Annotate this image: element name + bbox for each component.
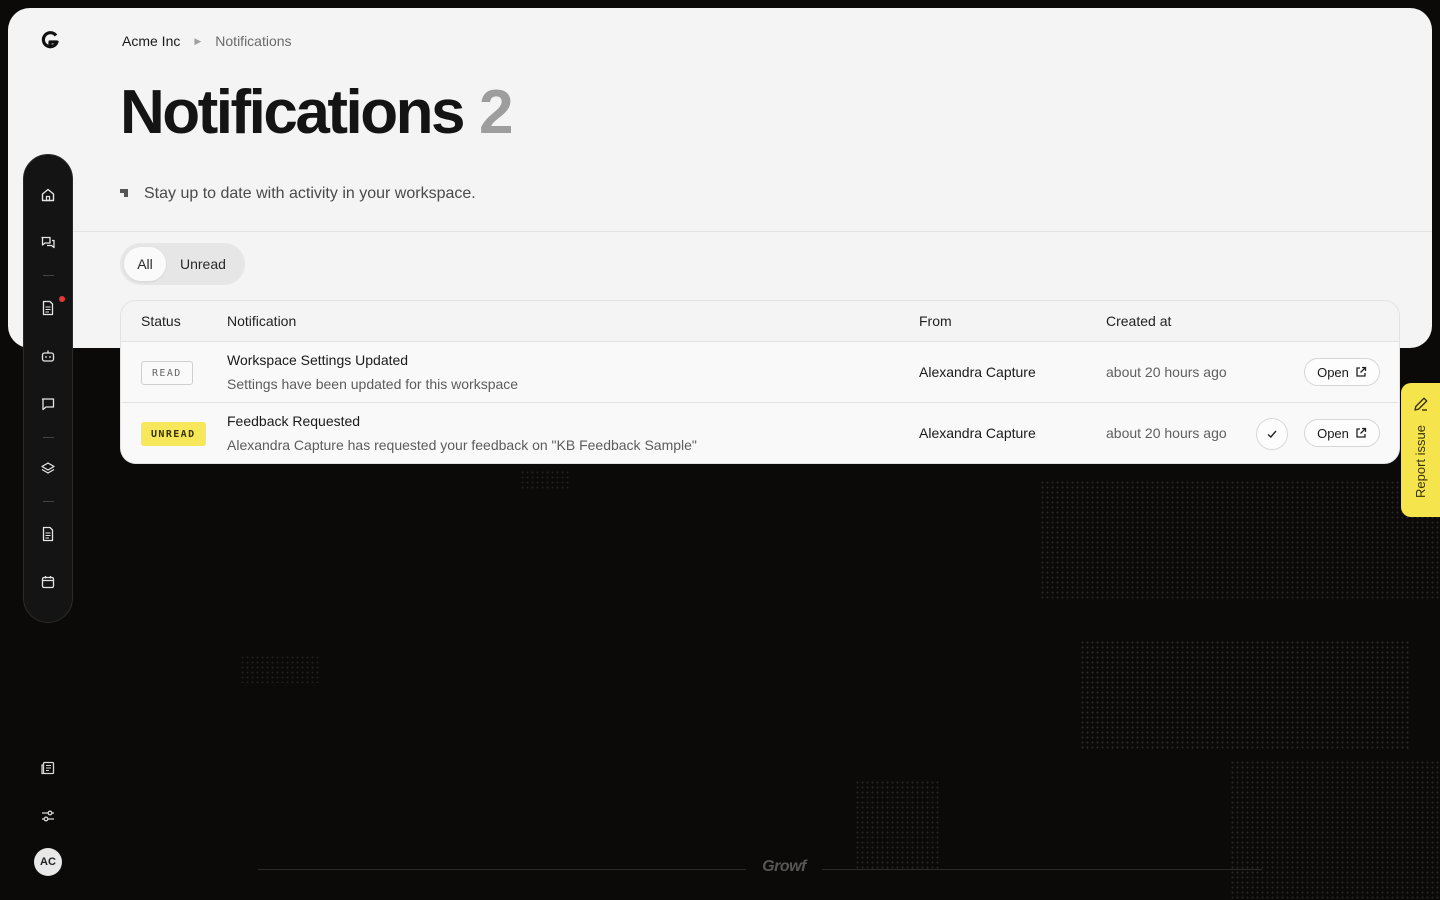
notification-title: Feedback Requested: [227, 413, 361, 429]
background-texture: [240, 655, 320, 683]
footer-divider: [258, 869, 746, 870]
unread-indicator-dot: [59, 296, 65, 302]
background-texture: [855, 780, 940, 870]
news-icon[interactable]: [38, 758, 58, 778]
file-icon[interactable]: [38, 524, 58, 544]
background-texture: [1040, 480, 1440, 600]
notification-from: Alexandra Capture: [919, 364, 1036, 380]
mark-as-read-button[interactable]: [1256, 418, 1288, 450]
notification-description: Settings have been updated for this work…: [227, 376, 519, 392]
report-issue-label: Report issue: [1413, 425, 1428, 498]
app-logo[interactable]: [40, 30, 60, 52]
open-button-label: Open: [1317, 425, 1349, 441]
chat-icon[interactable]: [38, 233, 58, 253]
layers-icon[interactable]: [38, 459, 58, 479]
column-header-from: From: [919, 313, 952, 329]
page-subtitle: Stay up to date with activity in your wo…: [120, 185, 476, 203]
rail-divider: [43, 275, 54, 276]
background-texture: [1080, 640, 1410, 750]
background-texture: [520, 470, 570, 490]
column-header-created: Created at: [1106, 313, 1172, 329]
breadcrumb-current: Notifications: [215, 33, 292, 49]
page-title-text: Notifications: [120, 78, 465, 147]
open-button[interactable]: Open: [1304, 358, 1380, 386]
status-badge: READ: [141, 361, 193, 385]
settings-sliders-icon[interactable]: [38, 806, 58, 826]
open-button-label: Open: [1317, 364, 1349, 380]
chevron-right-icon: ▶: [194, 35, 202, 46]
header-divider: [72, 231, 1432, 232]
notification-title: Workspace Settings Updated: [227, 352, 409, 368]
breadcrumb: Acme Inc ▶ Notifications: [122, 33, 292, 49]
status-badge: UNREAD: [141, 422, 206, 446]
background-texture: [1230, 760, 1440, 900]
table-row[interactable]: UNREAD Feedback Requested Alexandra Capt…: [121, 403, 1399, 463]
report-issue-button[interactable]: Report issue: [1401, 383, 1440, 517]
page-title: Notifications 2: [120, 78, 513, 148]
notification-created: about 20 hours ago: [1106, 425, 1227, 441]
tab-all[interactable]: All: [124, 247, 166, 281]
calendar-icon[interactable]: [38, 572, 58, 592]
table-header: Status Notification From Created at: [121, 301, 1399, 342]
notification-count: 2: [478, 78, 513, 147]
external-link-icon: [1356, 366, 1367, 377]
tab-unread[interactable]: Unread: [166, 247, 240, 281]
pencil-icon: [1413, 397, 1427, 411]
sidebar-rail: [23, 154, 73, 623]
notification-from: Alexandra Capture: [919, 425, 1036, 441]
external-link-icon: [1356, 427, 1367, 438]
bot-icon[interactable]: [38, 346, 58, 366]
notifications-table: Status Notification From Created at READ…: [120, 300, 1400, 464]
document-icon[interactable]: [38, 298, 58, 318]
breadcrumb-org-link[interactable]: Acme Inc: [122, 33, 180, 49]
column-header-status: Status: [141, 313, 181, 329]
user-avatar[interactable]: AC: [34, 848, 62, 876]
open-button[interactable]: Open: [1304, 419, 1380, 447]
footer-brand-logo: Growf: [762, 858, 806, 875]
rail-divider: [43, 437, 54, 438]
corner-mark-icon: [120, 189, 130, 199]
check-icon: [1267, 430, 1277, 438]
main-panel: [8, 8, 1432, 348]
filter-tabs: All Unread: [120, 243, 245, 285]
rail-divider: [43, 501, 54, 502]
notification-description: Alexandra Capture has requested your fee…: [227, 437, 697, 453]
message-icon[interactable]: [38, 394, 58, 414]
page-subtitle-text: Stay up to date with activity in your wo…: [144, 185, 476, 202]
notification-created: about 20 hours ago: [1106, 364, 1227, 380]
home-icon[interactable]: [38, 185, 58, 205]
column-header-notification: Notification: [227, 313, 297, 329]
table-row[interactable]: READ Workspace Settings Updated Settings…: [121, 342, 1399, 403]
footer-divider: [822, 869, 1262, 870]
